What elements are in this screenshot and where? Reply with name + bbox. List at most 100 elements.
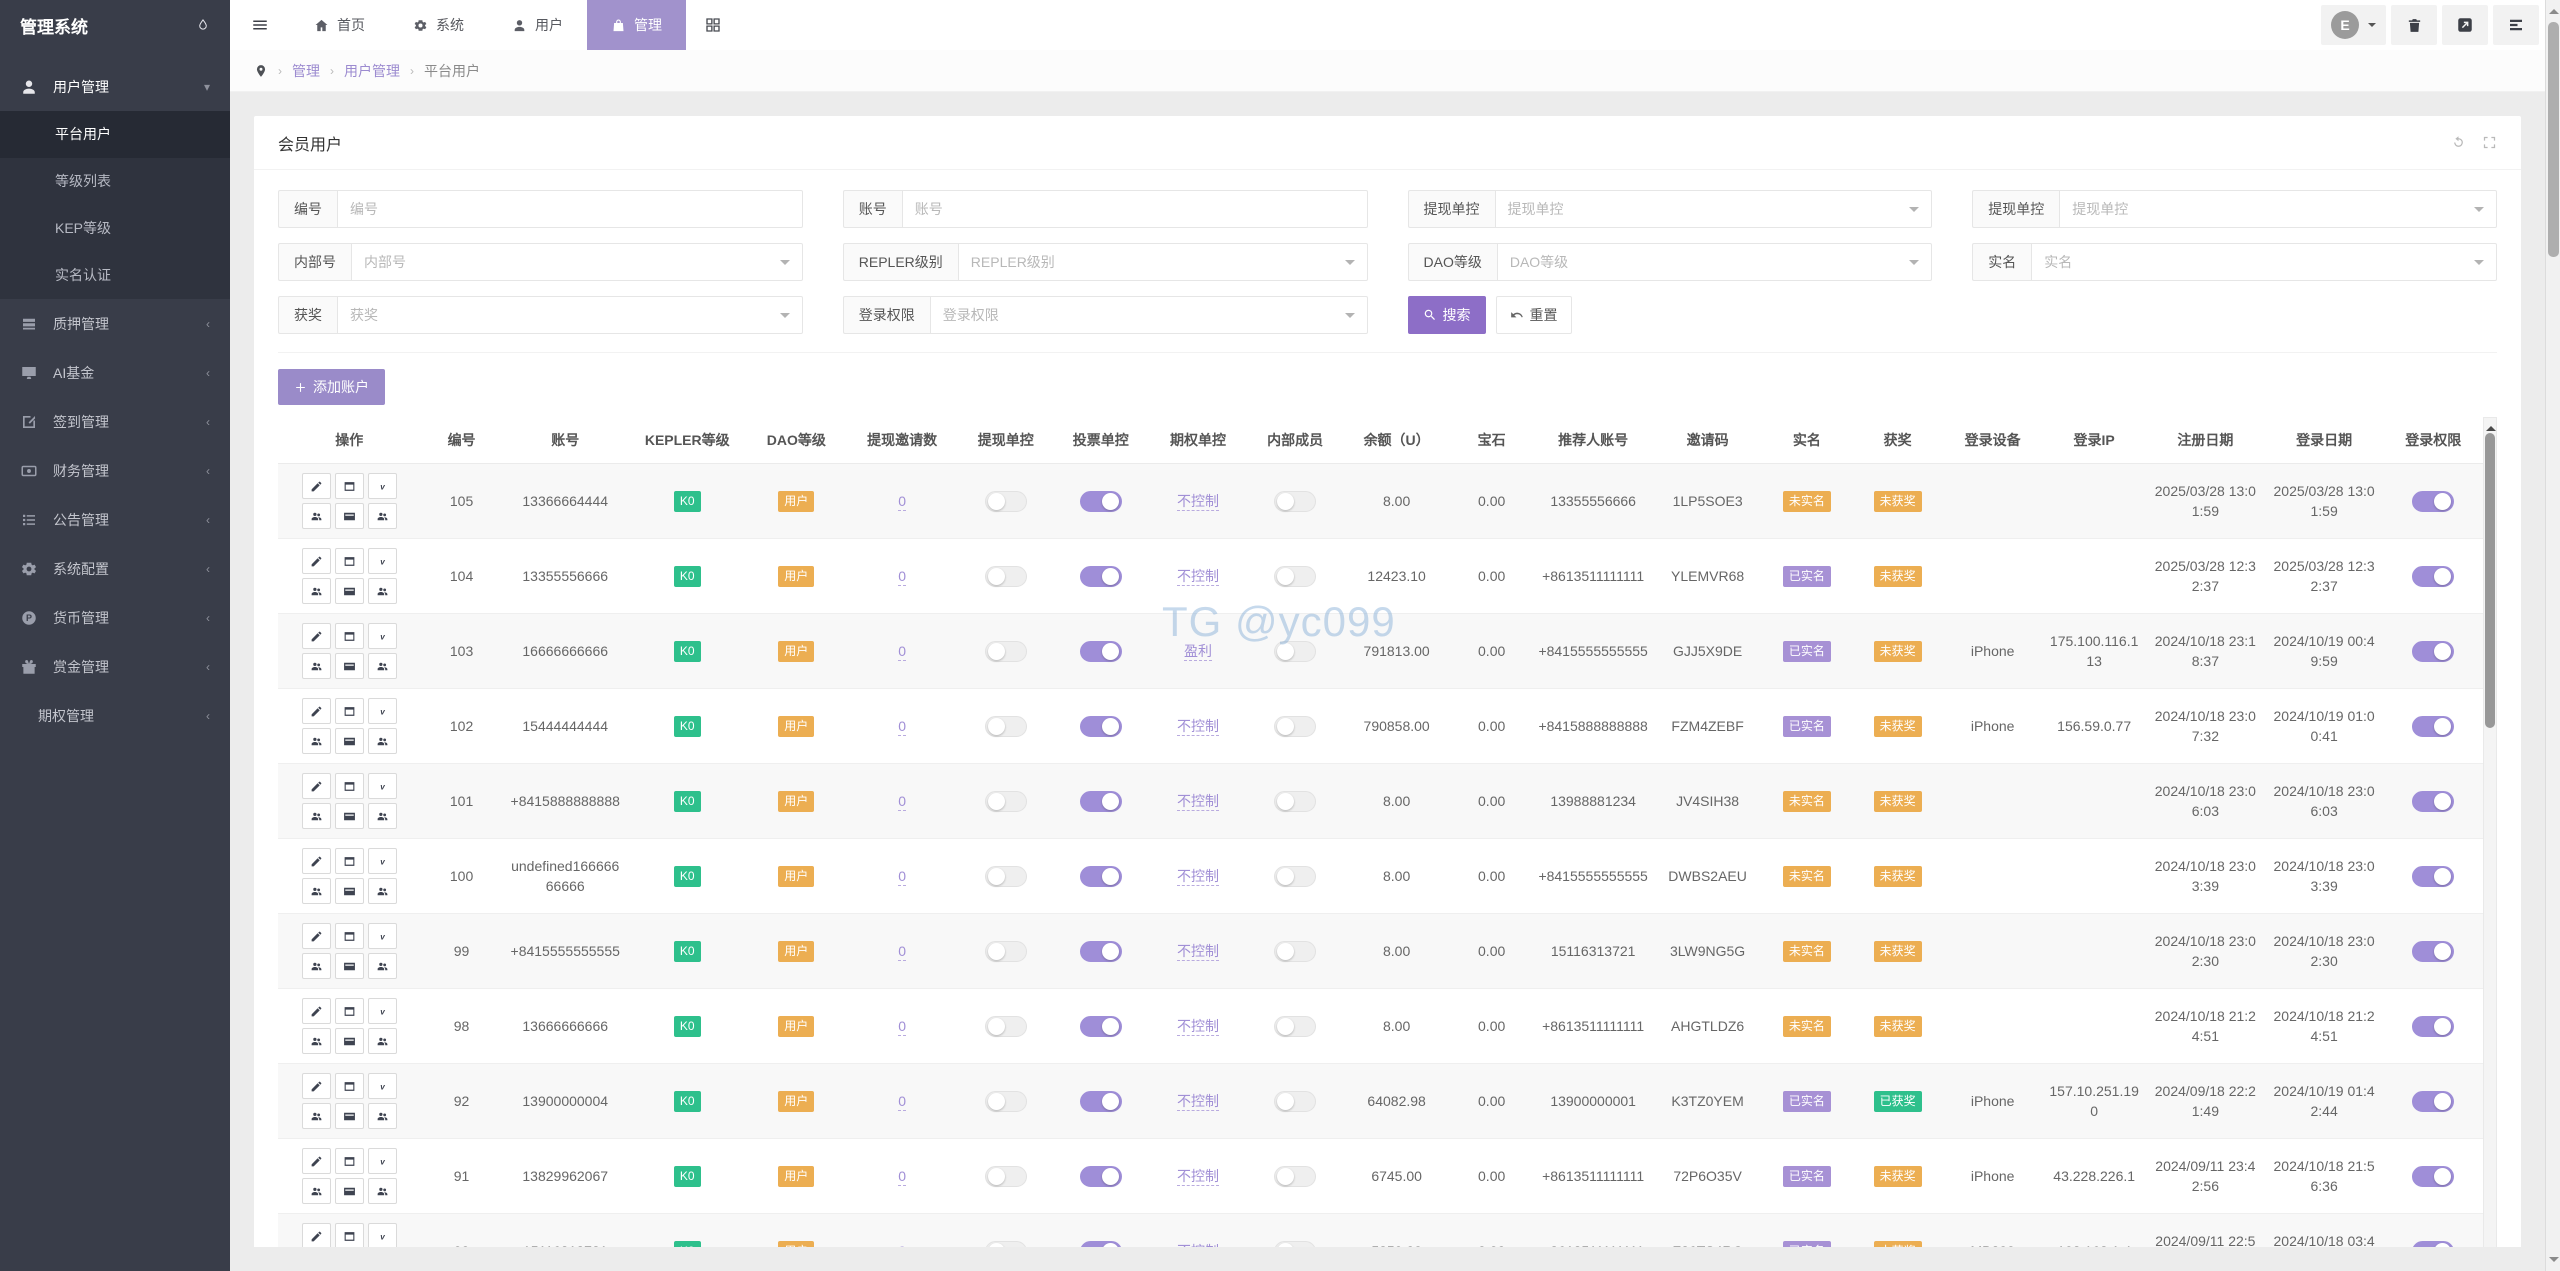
internal-toggle[interactable] — [1274, 865, 1317, 887]
window-action-button[interactable] — [334, 548, 364, 574]
login_perm-toggle[interactable] — [2412, 1165, 2455, 1187]
users2-action-button[interactable] — [367, 953, 397, 979]
users-action-button[interactable] — [301, 503, 331, 529]
users2-action-button[interactable] — [367, 728, 397, 754]
table-scrollbar-thumb[interactable] — [2485, 433, 2495, 728]
edit-action-button[interactable] — [301, 548, 331, 574]
users2-action-button[interactable] — [367, 1178, 397, 1204]
sidebar-item-checkin[interactable]: 签到管理 ‹ — [0, 397, 230, 446]
internal-toggle[interactable] — [1274, 1240, 1317, 1247]
withdraw-ctl-select-2[interactable]: 提现单控 — [2059, 190, 2497, 228]
vote_ctl-toggle[interactable] — [1079, 1090, 1122, 1112]
option_ctl-link[interactable]: 不控制 — [1176, 942, 1219, 961]
sidebar-item-currency[interactable]: P 货币管理 ‹ — [0, 593, 230, 642]
refresh-icon[interactable] — [2451, 135, 2466, 150]
login_perm-toggle[interactable] — [2412, 865, 2455, 887]
scroll-up-arrow-icon[interactable] — [2549, 4, 2559, 14]
withdraw_ctl-toggle[interactable] — [984, 940, 1027, 962]
add-account-button[interactable]: 添加账户 — [278, 369, 385, 405]
edit-action-button[interactable] — [301, 1073, 331, 1099]
sidebar-item-platform-users[interactable]: 平台用户 — [0, 111, 230, 158]
vote_ctl-toggle[interactable] — [1079, 865, 1122, 887]
v-letter-action-button[interactable]: v — [367, 623, 397, 649]
internal-no-select[interactable]: 内部号 — [351, 243, 803, 281]
v-letter-action-button[interactable]: v — [367, 1148, 397, 1174]
internal-toggle[interactable] — [1274, 640, 1317, 662]
tab-system[interactable]: 系统 — [389, 0, 488, 50]
card-action-button[interactable] — [334, 878, 364, 904]
withdraw_ctl-toggle[interactable] — [984, 565, 1027, 587]
invites-link[interactable]: 0 — [898, 642, 906, 661]
users2-action-button[interactable] — [367, 503, 397, 529]
edit-action-button[interactable] — [301, 473, 331, 499]
withdraw_ctl-toggle[interactable] — [984, 865, 1027, 887]
sidebar-item-options[interactable]: 期权管理 ‹ — [0, 691, 230, 740]
option_ctl-link[interactable]: 不控制 — [1176, 792, 1219, 811]
login_perm-toggle[interactable] — [2412, 1090, 2455, 1112]
login-perm-select[interactable]: 登录权限 — [929, 296, 1368, 334]
users-action-button[interactable] — [301, 803, 331, 829]
sidebar-item-ai-fund[interactable]: AI基金 ‹ — [0, 348, 230, 397]
card-action-button[interactable] — [334, 1178, 364, 1204]
edit-action-button[interactable] — [301, 698, 331, 724]
id-input[interactable] — [337, 190, 803, 228]
users2-action-button[interactable] — [367, 653, 397, 679]
users-action-button[interactable] — [301, 878, 331, 904]
internal-toggle[interactable] — [1274, 1090, 1317, 1112]
card-action-button[interactable] — [334, 1028, 364, 1054]
window-action-button[interactable] — [334, 1223, 364, 1247]
repler-level-select[interactable]: REPLER级别 — [957, 243, 1368, 281]
tab-management[interactable]: 管理 — [587, 0, 686, 50]
withdraw_ctl-toggle[interactable] — [984, 640, 1027, 662]
vote_ctl-toggle[interactable] — [1079, 1165, 1122, 1187]
reset-button[interactable]: 重置 — [1495, 296, 1572, 334]
login_perm-toggle[interactable] — [2412, 715, 2455, 737]
window-action-button[interactable] — [334, 1073, 364, 1099]
invites-link[interactable]: 0 — [898, 1242, 906, 1247]
sidebar-item-finance[interactable]: 财务管理 ‹ — [0, 446, 230, 495]
breadcrumb-link-management[interactable]: 管理 — [292, 61, 320, 81]
v-letter-action-button[interactable]: v — [367, 848, 397, 874]
v-letter-action-button[interactable]: v — [367, 1073, 397, 1099]
option_ctl-link[interactable]: 不控制 — [1176, 867, 1219, 886]
users2-action-button[interactable] — [367, 878, 397, 904]
users2-action-button[interactable] — [367, 1028, 397, 1054]
vote_ctl-toggle[interactable] — [1079, 940, 1122, 962]
sidebar-item-level-list[interactable]: 等级列表 — [0, 158, 230, 205]
withdraw_ctl-toggle[interactable] — [984, 490, 1027, 512]
vote_ctl-toggle[interactable] — [1079, 1015, 1122, 1037]
option_ctl-link[interactable]: 不控制 — [1176, 1017, 1219, 1036]
vote_ctl-toggle[interactable] — [1079, 565, 1122, 587]
window-action-button[interactable] — [334, 773, 364, 799]
option_ctl-link[interactable]: 不控制 — [1176, 1167, 1219, 1186]
card-action-button[interactable] — [334, 1103, 364, 1129]
internal-toggle[interactable] — [1274, 1165, 1317, 1187]
login_perm-toggle[interactable] — [2412, 640, 2455, 662]
invites-link[interactable]: 0 — [898, 1167, 906, 1186]
invites-link[interactable]: 0 — [898, 1017, 906, 1036]
edit-action-button[interactable] — [301, 773, 331, 799]
login_perm-toggle[interactable] — [2412, 565, 2455, 587]
invites-link[interactable]: 0 — [898, 567, 906, 586]
vote_ctl-toggle[interactable] — [1079, 490, 1122, 512]
invites-link[interactable]: 0 — [898, 867, 906, 886]
invites-link[interactable]: 0 — [898, 942, 906, 961]
list-icon[interactable] — [2493, 5, 2539, 45]
edit-action-button[interactable] — [301, 623, 331, 649]
vote_ctl-toggle[interactable] — [1079, 790, 1122, 812]
card-action-button[interactable] — [334, 503, 364, 529]
sidebar-item-system-config[interactable]: 系统配置 ‹ — [0, 544, 230, 593]
sidebar-item-pledge[interactable]: 质押管理 ‹ — [0, 299, 230, 348]
option_ctl-link[interactable]: 不控制 — [1176, 1092, 1219, 1111]
users-action-button[interactable] — [301, 1028, 331, 1054]
users2-action-button[interactable] — [367, 1103, 397, 1129]
internal-toggle[interactable] — [1274, 490, 1317, 512]
trash-icon[interactable] — [2391, 5, 2437, 45]
vote_ctl-toggle[interactable] — [1079, 640, 1122, 662]
users-action-button[interactable] — [301, 953, 331, 979]
withdraw_ctl-toggle[interactable] — [984, 1165, 1027, 1187]
hamburger-menu-icon[interactable] — [230, 0, 290, 50]
internal-toggle[interactable] — [1274, 940, 1317, 962]
search-button[interactable]: 搜索 — [1407, 296, 1486, 334]
login_perm-toggle[interactable] — [2412, 490, 2455, 512]
